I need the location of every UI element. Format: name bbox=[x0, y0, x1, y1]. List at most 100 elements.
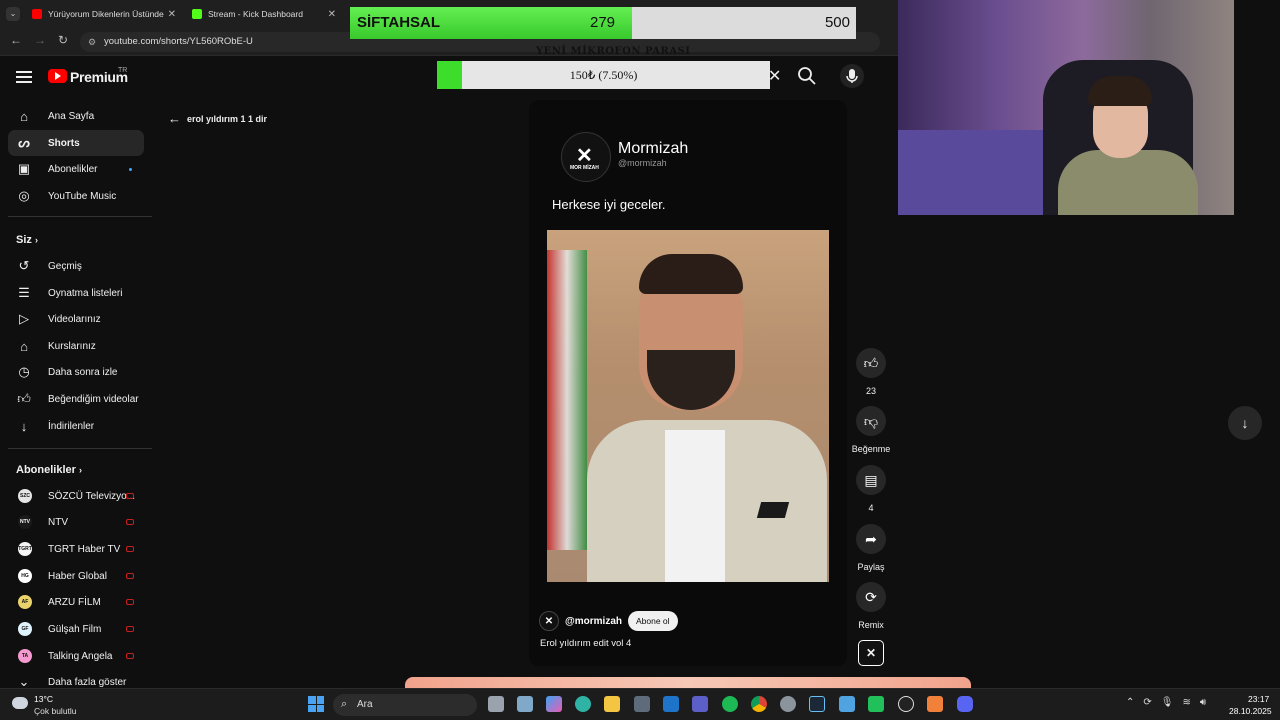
sidebar-item-label: Videolarınız bbox=[48, 313, 101, 325]
sidebar-item-watch-later[interactable]: ◷ Daha sonra izle bbox=[8, 359, 144, 385]
sidebar-item-downloads[interactable]: ↓ İndirilenler bbox=[8, 413, 144, 439]
microphone-icon[interactable]: 🎙︎ bbox=[1161, 697, 1174, 708]
sidebar-item-your-videos[interactable]: ▷ Videolarınız bbox=[8, 306, 144, 332]
subscription-channel[interactable]: HG Haber Global bbox=[8, 563, 144, 589]
goal-max: 500 bbox=[824, 14, 850, 31]
sidebar-item-label: Oynatma listeleri bbox=[48, 287, 123, 299]
browser-tab-youtube[interactable]: Yürüyorum Dikenlerin Üstünde ✕ bbox=[32, 4, 176, 24]
network-icon[interactable]: ≋ bbox=[1182, 697, 1190, 708]
weather-description[interactable]: Çok bulutlu bbox=[34, 706, 77, 716]
share-button[interactable]: ➦ Paylaş bbox=[851, 524, 891, 572]
voice-search-button[interactable] bbox=[840, 64, 864, 88]
file-explorer-icon[interactable] bbox=[604, 696, 620, 712]
channel-handle[interactable]: @mormizah bbox=[565, 616, 622, 627]
tab-title: Yürüyorum Dikenlerin Üstünde bbox=[48, 9, 164, 19]
channel-name: TGRT Haber TV bbox=[48, 543, 121, 555]
gear-app-icon[interactable] bbox=[780, 696, 796, 712]
subscription-channel[interactable]: AF ARZU FİLM bbox=[8, 589, 144, 615]
close-tab-icon[interactable]: ✕ bbox=[328, 9, 336, 20]
teams-icon[interactable] bbox=[692, 696, 708, 712]
obs-icon[interactable] bbox=[898, 696, 914, 712]
like-button[interactable]: 👍︎ 23 bbox=[851, 348, 891, 396]
subscribe-button[interactable]: Abone ol bbox=[627, 611, 678, 631]
close-tab-icon[interactable]: ✕ bbox=[168, 9, 176, 20]
sidebar-item-subscriptions[interactable]: ▣ Abonelikler bbox=[8, 156, 144, 182]
forward-arrow-icon[interactable]: → bbox=[34, 33, 46, 47]
back-link[interactable]: ← erol yıldırım 1 1 dir bbox=[168, 111, 267, 126]
sidebar-item-courses[interactable]: ⌂ Kurslarınız bbox=[8, 333, 144, 359]
tab-title: Stream - Kick Dashboard bbox=[208, 9, 303, 19]
browser-tab-kick[interactable]: Stream - Kick Dashboard ✕ bbox=[192, 4, 336, 24]
arrow-down-icon: ↓ bbox=[1241, 415, 1249, 431]
sidebar-item-liked-videos[interactable]: 👍︎ Beğendiğim videolar bbox=[8, 386, 144, 412]
sidebar-item-label: Beğendiğim videolar bbox=[48, 393, 139, 405]
section-heading-subscriptions[interactable]: Abonelikler › bbox=[16, 464, 82, 476]
start-button[interactable] bbox=[308, 696, 324, 712]
watch-later-icon: ◷ bbox=[18, 364, 30, 379]
edge-icon[interactable] bbox=[575, 696, 591, 712]
chevron-up-icon[interactable]: ⌃ bbox=[1126, 697, 1134, 708]
divider bbox=[8, 216, 152, 217]
channel-avatar[interactable]: ✕ bbox=[539, 611, 559, 631]
outlook-icon[interactable] bbox=[663, 696, 679, 712]
app-icon[interactable] bbox=[927, 696, 943, 712]
subscription-channel[interactable]: SZC SÖZCÜ Televizyo... bbox=[8, 483, 144, 509]
discord-icon[interactable] bbox=[957, 696, 973, 712]
taskbar-search[interactable]: ⌕ Ara bbox=[333, 694, 477, 716]
search-icon[interactable] bbox=[797, 66, 817, 86]
dislike-button[interactable]: 👎︎ Beğenme bbox=[851, 406, 891, 454]
live-icon bbox=[126, 493, 134, 499]
clock-date[interactable]: 28.10.2025 bbox=[1229, 706, 1272, 716]
remix-icon: ⟳ bbox=[865, 588, 877, 605]
subscription-channel[interactable]: TA Talking Angela bbox=[8, 643, 144, 669]
site-info-icon[interactable]: ⚙ bbox=[88, 32, 96, 52]
microphone-icon bbox=[846, 69, 858, 83]
task-view-icon[interactable] bbox=[488, 696, 504, 712]
post-photo bbox=[547, 230, 829, 582]
clock-time[interactable]: 23:17 bbox=[1248, 694, 1269, 704]
section-heading-you[interactable]: Siz › bbox=[16, 234, 38, 246]
subscription-channel[interactable]: GF Gülşah Film bbox=[8, 616, 144, 642]
system-tray[interactable]: ⌃ ⟳ 🎙︎ ≋ 🔊︎ bbox=[1126, 697, 1206, 708]
steam-icon[interactable] bbox=[809, 696, 825, 712]
shorts-player[interactable]: ✕ MOR MİZAH Mormizah @mormizah Herkese i… bbox=[529, 100, 847, 666]
tab-search-icon[interactable]: ⌄ bbox=[6, 7, 20, 21]
subscription-channel[interactable]: TGRT TGRT Haber TV bbox=[8, 536, 144, 562]
goal-name: SİFTAHSAL bbox=[357, 14, 441, 31]
back-arrow-icon[interactable]: ← bbox=[10, 33, 22, 47]
channel-avatar: TA bbox=[18, 649, 32, 663]
volume-icon[interactable]: 🔊︎ bbox=[1200, 697, 1206, 708]
sidebar-item-playlists[interactable]: ☰ Oynatma listeleri bbox=[8, 280, 144, 306]
channel-name: NTV bbox=[48, 516, 68, 528]
channel-name: Gülşah Film bbox=[48, 623, 102, 635]
post-author-handle: @mormizah bbox=[618, 158, 667, 168]
chrome-icon[interactable] bbox=[751, 696, 767, 712]
live-icon bbox=[126, 546, 134, 552]
photos-icon[interactable] bbox=[839, 696, 855, 712]
settings-app-icon[interactable] bbox=[517, 696, 533, 712]
channel-avatar: NTV bbox=[18, 515, 32, 529]
sound-thumbnail[interactable]: ✕ bbox=[858, 640, 884, 666]
app-icon[interactable] bbox=[868, 696, 884, 712]
youtube-logo-icon[interactable] bbox=[48, 69, 67, 83]
subscription-channel[interactable]: NTV NTV bbox=[8, 509, 144, 535]
sidebar-item-shorts[interactable]: ᔕ Shorts bbox=[8, 130, 144, 156]
store-icon[interactable] bbox=[634, 696, 650, 712]
arrow-left-icon: ← bbox=[168, 111, 181, 126]
sync-icon[interactable]: ⟳ bbox=[1143, 697, 1151, 708]
video-title[interactable]: Erol yıldırım edit vol 4 bbox=[540, 638, 631, 649]
spotify-icon[interactable] bbox=[722, 696, 738, 712]
close-icon[interactable]: ✕ bbox=[768, 66, 781, 86]
remix-button[interactable]: ⟳ Remix bbox=[851, 582, 891, 630]
weather-temperature[interactable]: 13°C bbox=[34, 694, 53, 704]
sidebar-item-label: Geçmiş bbox=[48, 260, 82, 272]
comments-button[interactable]: ▤ 4 bbox=[851, 465, 891, 513]
sidebar-item-history[interactable]: ↺ Geçmiş bbox=[8, 253, 144, 279]
sidebar-item-home[interactable]: ⌂ Ana Sayfa bbox=[8, 103, 144, 129]
reload-icon[interactable]: ↻ bbox=[58, 33, 68, 47]
sidebar-item-youtube-music[interactable]: ◎ YouTube Music bbox=[8, 183, 144, 209]
next-short-button[interactable]: ↓ bbox=[1228, 406, 1262, 440]
copilot-icon[interactable] bbox=[546, 696, 562, 712]
your-videos-icon: ▷ bbox=[19, 311, 29, 326]
menu-icon[interactable] bbox=[16, 68, 32, 86]
